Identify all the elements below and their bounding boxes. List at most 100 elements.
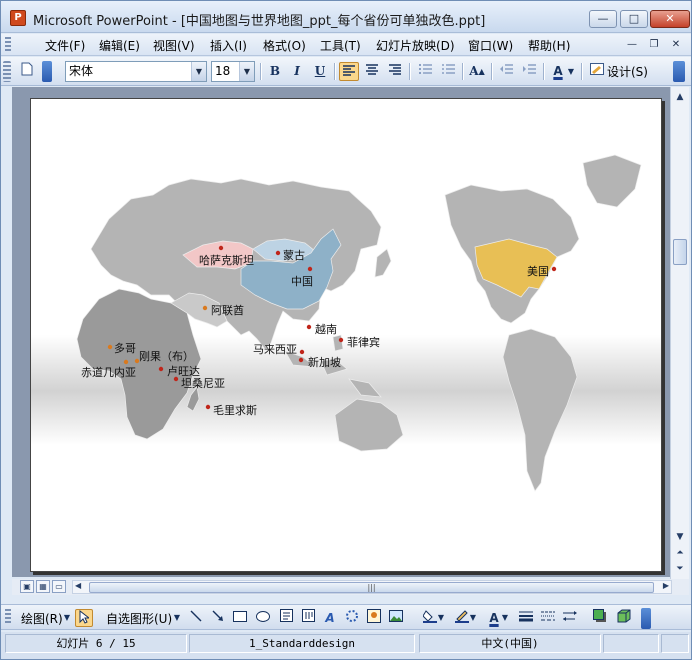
language-status: 中文(中国) [419,634,601,653]
menu-slideshow[interactable]: 幻灯片放映(D) [376,37,455,54]
slide-workspace: 哈萨克斯坦 蒙古 中国 美国 阿联酋 越南 菲律宾 马来西亚 新加坡 多哥 刚果… [12,87,670,577]
menu-insert[interactable]: 插入(I) [210,37,247,54]
vertical-scroll-thumb[interactable] [673,239,687,265]
menu-help[interactable]: 帮助(H) [528,37,570,54]
scroll-down-icon[interactable]: ▼ [672,529,688,545]
powerpoint-app-icon[interactable]: P [10,10,26,26]
design-icon[interactable] [589,62,605,81]
dash-style-icon[interactable] [539,609,557,627]
menu-tools[interactable]: 工具(T) [320,37,361,54]
align-center-icon[interactable] [362,62,382,81]
wordart-icon[interactable]: A [321,609,339,627]
slideshow-view-icon[interactable]: ▭ [52,580,66,593]
chevron-down-icon[interactable]: ▼ [437,609,445,627]
horizontal-scroll-thumb[interactable]: ||| [89,582,654,593]
clip-art-icon[interactable] [365,609,383,627]
label-china: 中国 [291,275,313,288]
status-bar: 幻灯片 6 / 15 1_Standarddesign 中文(中国) [1,632,691,659]
horizontal-scrollbar[interactable]: ◀ ||| ▶ [72,580,672,594]
autoshapes-menu-button[interactable]: 自选图形(U) [106,610,172,627]
slide-sorter-view-icon[interactable]: ▦ [36,580,50,593]
south-america-landmass [502,328,578,492]
chevron-down-icon[interactable]: ▼ [191,62,206,81]
toolbar-options-button[interactable] [641,608,651,629]
arrow-tool-icon[interactable] [209,609,227,627]
arrow-style-icon[interactable] [561,609,579,627]
menu-edit[interactable]: 编辑(E) [99,37,140,54]
chevron-down-icon[interactable]: ▼ [173,609,181,627]
toolbar-options-button[interactable] [42,61,52,82]
resize-grip[interactable] [661,634,689,653]
increase-font-size-icon[interactable]: A▲ [467,62,487,81]
scroll-right-icon[interactable]: ▶ [663,581,669,590]
text-box-icon[interactable] [277,609,295,627]
maximize-button[interactable]: □ [620,10,648,28]
japan-landmass [374,248,392,278]
bold-button[interactable]: B [265,62,285,81]
previous-slide-icon[interactable]: ⏶ [672,545,688,561]
line-tool-icon[interactable] [187,609,205,627]
chevron-down-icon[interactable]: ▼ [501,609,509,627]
bullet-list-icon[interactable] [438,62,458,81]
font-name-select[interactable]: 宋体 ▼ [65,61,207,82]
normal-view-icon[interactable]: ▣ [20,580,34,593]
font-color-icon[interactable]: A [548,62,568,81]
numbered-list-icon[interactable] [415,62,435,81]
marker-kazakhstan [218,245,224,251]
vertical-text-box-icon[interactable] [299,609,317,627]
menu-view[interactable]: 视图(V) [153,37,195,54]
select-pointer-icon[interactable] [75,609,93,627]
chevron-down-icon[interactable]: ▼ [566,62,576,81]
document-minimize-button[interactable]: — [625,38,639,51]
marker-uae [202,305,208,311]
chevron-down-icon[interactable]: ▼ [63,609,71,627]
decrease-indent-icon[interactable] [496,62,516,81]
chevron-down-icon[interactable]: ▼ [469,609,477,627]
shadow-style-icon[interactable] [591,609,609,627]
3d-style-icon[interactable] [615,609,633,627]
marker-philippines [338,337,344,343]
insert-picture-icon[interactable] [387,609,405,627]
toolbar-options-button[interactable] [673,61,685,82]
close-button[interactable]: ✕ [650,10,690,28]
label-singapore: 新加坡 [308,356,341,369]
font-size-select[interactable]: 18 ▼ [211,61,255,82]
design-button[interactable]: 设计(S) [607,63,648,80]
label-philippines: 菲律宾 [347,336,380,349]
new-document-icon[interactable] [17,62,37,81]
slide-canvas[interactable]: 哈萨克斯坦 蒙古 中国 美国 阿联酋 越南 菲律宾 马来西亚 新加坡 多哥 刚果… [30,98,662,572]
scroll-left-icon[interactable]: ◀ [75,581,81,590]
menu-grip-handle[interactable] [5,37,11,53]
toolbar-grip-handle[interactable] [5,609,11,625]
rectangle-tool-icon[interactable] [231,609,249,627]
window-title: Microsoft PowerPoint - [中国地图与世界地图_ppt_每个… [33,14,486,29]
underline-button[interactable]: U [310,62,330,81]
menu-file[interactable]: 文件(F) [45,37,85,54]
align-left-icon[interactable] [339,62,359,81]
scroll-up-icon[interactable]: ▲ [672,89,688,105]
next-slide-icon[interactable]: ⏷ [672,561,688,577]
marker-rwanda [158,366,164,372]
toolbar-separator [581,63,582,80]
document-restore-button[interactable]: ❐ [647,38,661,51]
toolbar-separator [260,63,261,80]
diagram-icon[interactable] [343,609,361,627]
toolbar-separator [334,63,335,80]
menu-window[interactable]: 窗口(W) [468,37,513,54]
oval-tool-icon[interactable] [254,609,272,627]
label-togo: 多哥 [114,342,136,355]
chevron-down-icon[interactable]: ▼ [239,62,254,81]
document-close-button[interactable]: ✕ [669,38,683,51]
line-style-icon[interactable] [517,609,535,627]
vertical-scrollbar[interactable]: ▲ ▼ ⏶ ⏷ [670,87,689,579]
italic-button[interactable]: I [287,62,307,81]
drawing-toolbar: 绘图(R) ▼ 自选图形(U) ▼ A ▼ ▼ A ▼ [1,604,691,630]
menu-format[interactable]: 格式(O) [263,37,306,54]
increase-indent-icon[interactable] [519,62,539,81]
minimize-button[interactable]: — [589,10,617,28]
toolbar-grip-handle[interactable] [3,61,11,82]
draw-menu-button[interactable]: 绘图(R) [21,610,63,627]
align-right-icon[interactable] [385,62,405,81]
title-bar[interactable]: P Microsoft PowerPoint - [中国地图与世界地图_ppt_… [1,1,691,33]
label-equatorial-guinea: 赤道几内亚 [81,366,136,379]
